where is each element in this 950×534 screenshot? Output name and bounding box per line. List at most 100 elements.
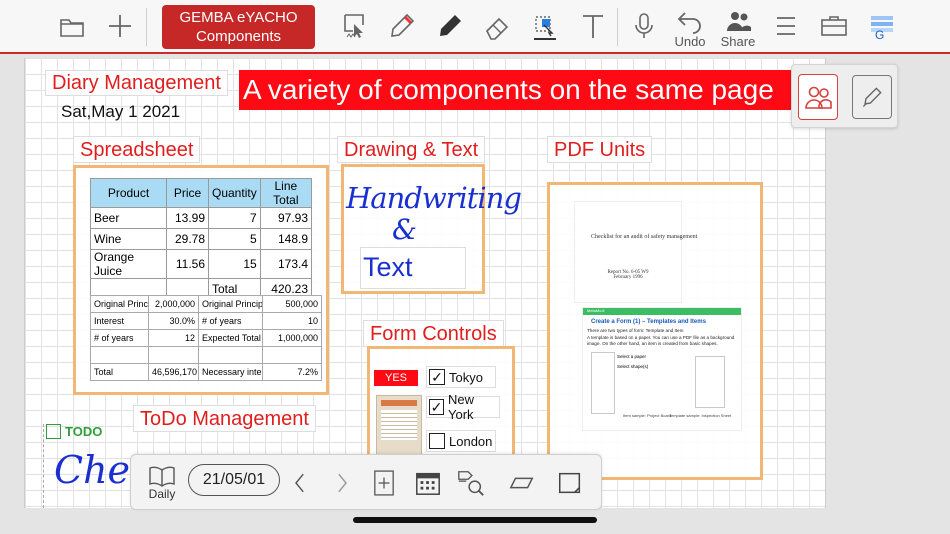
table-cell[interactable]: 13.99 <box>166 207 209 229</box>
lasso-select-button[interactable] <box>334 6 374 46</box>
edit-mode-button[interactable] <box>852 75 892 119</box>
home-indicator <box>353 517 597 523</box>
table-cell[interactable]: Beer <box>90 207 167 229</box>
add-button[interactable] <box>100 6 140 46</box>
table-row[interactable] <box>90 346 322 364</box>
voice-memo-button[interactable] <box>624 6 664 46</box>
pdf-unit[interactable]: Checklist for an audit of safety managem… <box>547 182 763 480</box>
bottom-toolbar: Daily 21/05/01 <box>130 454 602 510</box>
form-unit[interactable]: YES ✓ Tokyo ✓ New York London <box>367 346 515 466</box>
edit-pen-icon <box>862 87 882 107</box>
table-row[interactable]: Interest 30.0% # of years 10 <box>90 312 322 330</box>
calendar-button[interactable] <box>411 463 445 503</box>
table-row[interactable]: Original Principal 2,000,000 Original Pr… <box>90 295 322 313</box>
daily-view-button[interactable]: Daily <box>145 463 179 503</box>
table-row[interactable]: # of years 12 Expected Total 1,000,000 <box>90 329 322 347</box>
daily-label: Daily <box>148 487 176 501</box>
column-header: Price <box>166 178 209 208</box>
text-tool-button[interactable] <box>573 6 613 46</box>
loan-calc-table[interactable]: Original Principal 2,000,000 Original Pr… <box>90 295 322 381</box>
todo-item[interactable]: TODO <box>46 424 102 439</box>
table-cell[interactable] <box>90 346 149 364</box>
column-header: Line Total <box>259 178 313 208</box>
table-cell[interactable]: Orange Juice <box>90 249 167 279</box>
table-cell[interactable]: Necessary interest <box>198 363 263 381</box>
table-cell[interactable]: 2,000,000 <box>148 295 199 313</box>
checkbox-new-york[interactable]: ✓ New York <box>426 392 500 422</box>
spreadsheet-unit[interactable]: Product Price Quantity Line Total Beer 1… <box>73 165 329 395</box>
checkbox-london[interactable]: London <box>426 430 496 452</box>
table-cell[interactable]: # of years <box>198 312 263 330</box>
table-cell[interactable]: Original Principal <box>90 295 149 313</box>
price-table[interactable]: Product Price Quantity Line Total Beer 1… <box>90 178 313 300</box>
folder-icon <box>60 19 84 37</box>
table-row[interactable]: Wine 29.78 5 148.9 <box>90 228 313 250</box>
todo-checkbox-icon[interactable] <box>46 424 61 439</box>
table-cell[interactable]: Wine <box>90 228 167 250</box>
table-cell[interactable]: 500,000 <box>262 295 322 313</box>
pdf-caption-right: Template sample: Inspection Sheet <box>669 413 732 418</box>
table-row[interactable]: Beer 13.99 7 97.93 <box>90 207 313 229</box>
folder-button[interactable] <box>52 6 92 46</box>
eraser-button[interactable] <box>478 6 518 46</box>
checkbox-label: London <box>449 433 493 449</box>
table-cell[interactable]: 46,596,170 <box>148 363 199 381</box>
page-frame-button[interactable] <box>553 463 587 503</box>
app-menu-button[interactable]: GEMBA eYACHO Components <box>162 5 315 49</box>
table-cell[interactable]: # of years <box>90 329 149 347</box>
previous-page-button[interactable] <box>285 463 315 503</box>
diary-title: Diary Management <box>45 70 228 96</box>
parallelogram-icon <box>509 477 534 489</box>
table-cell[interactable]: 7 <box>208 207 261 229</box>
plus-icon <box>109 15 131 37</box>
menu-button[interactable] <box>766 6 806 46</box>
table-cell[interactable] <box>262 346 322 364</box>
drawing-unit[interactable]: Handwriting & Text <box>341 164 522 294</box>
pdf-section-title: Create a Form (1) – Templates and Items <box>591 319 706 325</box>
add-page-button[interactable] <box>369 463 399 503</box>
table-cell[interactable]: 7.2% <box>262 363 322 381</box>
table-cell[interactable] <box>198 346 263 364</box>
table-cell[interactable]: 97.93 <box>259 207 313 229</box>
marker-pen-button[interactable] <box>430 6 470 46</box>
table-cell[interactable]: Total <box>90 363 149 381</box>
table-cell[interactable]: 12 <box>148 329 199 347</box>
table-cell[interactable]: 11.56 <box>166 249 209 279</box>
search-tags-button[interactable] <box>453 463 489 503</box>
add-page-icon <box>374 470 394 496</box>
table-cell[interactable]: 5 <box>208 228 261 250</box>
notebook-page[interactable]: Diary Management Sat,May 1 2021 A variet… <box>24 58 826 508</box>
app-badge-line2: Components <box>195 28 282 45</box>
table-cell[interactable]: Interest <box>90 312 149 330</box>
pdf-title: PDF Units <box>547 136 653 163</box>
shape-select-button[interactable] <box>525 6 565 46</box>
table-cell[interactable]: 29.78 <box>166 228 209 250</box>
form-thumbnail <box>376 395 422 461</box>
table-cell[interactable]: 15 <box>208 249 261 279</box>
yes-button[interactable]: YES <box>374 370 418 386</box>
handwriting-ampersand: & <box>392 213 417 246</box>
table-row[interactable]: Orange Juice 11.56 15 173.4 <box>90 249 313 279</box>
table-cell[interactable] <box>148 346 199 364</box>
toolbox-button[interactable] <box>814 6 854 46</box>
table-cell[interactable]: Original Principal <box>198 295 263 313</box>
tag-search-icon <box>458 471 484 496</box>
microphone-icon <box>635 13 653 38</box>
table-cell[interactable]: 173.4 <box>259 249 313 279</box>
checkbox-tokyo[interactable]: ✓ Tokyo <box>426 366 496 388</box>
date-picker-button[interactable]: 21/05/01 <box>188 464 280 496</box>
paper-layout-button[interactable] <box>505 463 539 503</box>
highlighter-pen-button[interactable] <box>382 6 422 46</box>
next-page-button[interactable] <box>327 463 357 503</box>
table-cell[interactable]: Expected Total <box>198 329 263 347</box>
pdf-thumb-right <box>695 356 725 408</box>
table-cell[interactable]: 1,000,000 <box>262 329 322 347</box>
text-box[interactable]: Text <box>360 247 466 289</box>
table-cell[interactable]: 10 <box>262 312 322 330</box>
chevron-right-icon <box>338 473 347 493</box>
share-mode-button[interactable] <box>798 74 838 120</box>
g-app-button[interactable]: G <box>862 6 902 46</box>
table-cell[interactable]: 148.9 <box>259 228 313 250</box>
table-row[interactable]: Total 46,596,170 Necessary interest 7.2% <box>90 363 322 381</box>
table-cell[interactable]: 30.0% <box>148 312 199 330</box>
